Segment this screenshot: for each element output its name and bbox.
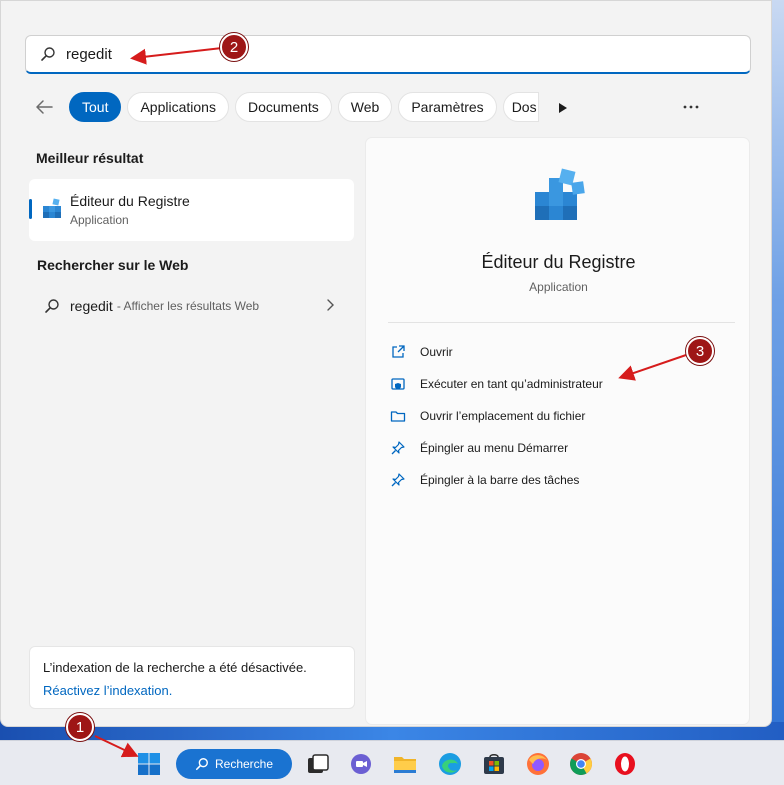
action-run-as-admin-label: Exécuter en tant qu’administrateur bbox=[420, 377, 603, 391]
detail-subtitle: Application bbox=[529, 280, 588, 294]
more-options-icon[interactable] bbox=[679, 95, 703, 119]
action-pin-to-start[interactable]: Épingler au menu Démarrer bbox=[390, 436, 568, 460]
search-input[interactable] bbox=[66, 39, 666, 69]
selection-indicator bbox=[29, 199, 32, 219]
best-match-type: Application bbox=[70, 213, 129, 227]
indexing-notice: L’indexation de la recherche a été désac… bbox=[29, 646, 355, 709]
edge-icon[interactable] bbox=[437, 751, 463, 777]
filter-chip-web[interactable]: Web bbox=[337, 92, 393, 122]
search-icon bbox=[40, 46, 56, 62]
shield-run-admin-icon bbox=[390, 376, 406, 392]
web-search-hint: - Afficher les résultats Web bbox=[116, 299, 260, 313]
filter-chip-apps[interactable]: Applications bbox=[127, 92, 229, 122]
detail-title: Éditeur du Registre bbox=[481, 252, 636, 272]
reenable-indexing-link[interactable]: Réactivez l’indexation. bbox=[43, 683, 172, 698]
detail-divider bbox=[388, 322, 735, 323]
chrome-icon[interactable] bbox=[568, 751, 594, 777]
action-open-file-location-label: Ouvrir l’emplacement du fichier bbox=[420, 409, 586, 423]
web-search-query: regedit bbox=[70, 298, 113, 314]
scroll-filters-right-icon[interactable] bbox=[557, 101, 569, 113]
web-search-result[interactable]: regedit - Afficher les résultats Web bbox=[29, 289, 354, 323]
opera-icon[interactable] bbox=[612, 751, 638, 777]
action-pin-to-taskbar-label: Épingler à la barre des tâches bbox=[420, 473, 580, 487]
taskbar-search-label: Recherche bbox=[214, 757, 274, 771]
annotation-marker-3: 3 bbox=[686, 337, 714, 365]
pin-icon bbox=[390, 472, 406, 488]
action-open-file-location[interactable]: Ouvrir l’emplacement du fichier bbox=[390, 404, 585, 428]
search-box[interactable] bbox=[25, 35, 751, 74]
pin-icon bbox=[390, 440, 406, 456]
search-icon bbox=[195, 757, 209, 771]
filter-chip-settings[interactable]: Paramètres bbox=[398, 92, 497, 122]
filter-chip-documents[interactable]: Documents bbox=[234, 92, 332, 122]
teams-chat-icon[interactable] bbox=[348, 751, 374, 777]
taskbar-search-button[interactable]: Recherche bbox=[176, 749, 292, 779]
registry-editor-large-icon bbox=[532, 168, 590, 228]
start-windows-icon[interactable] bbox=[137, 752, 161, 776]
annotation-marker-1: 1 bbox=[66, 713, 94, 741]
firefox-icon[interactable] bbox=[525, 751, 551, 777]
filter-chip-all[interactable]: Tout bbox=[69, 92, 122, 122]
taskbar: Recherche bbox=[0, 740, 784, 785]
file-explorer-icon[interactable] bbox=[392, 751, 418, 777]
action-pin-to-taskbar[interactable]: Épingler à la barre des tâches bbox=[390, 468, 579, 492]
action-pin-to-start-label: Épingler au menu Démarrer bbox=[420, 441, 569, 455]
result-detail-pane: Éditeur du Registre Application Ouvrir E… bbox=[365, 137, 750, 725]
back-arrow-icon[interactable] bbox=[31, 94, 57, 120]
action-run-as-admin[interactable]: Exécuter en tant qu’administrateur bbox=[390, 372, 603, 396]
action-open-label: Ouvrir bbox=[420, 345, 453, 359]
open-external-icon bbox=[390, 344, 406, 360]
task-view-icon[interactable] bbox=[305, 751, 331, 777]
start-search-panel: Tout Applications Documents Web Paramètr… bbox=[0, 0, 772, 727]
registry-editor-icon bbox=[41, 197, 65, 221]
action-open[interactable]: Ouvrir bbox=[390, 340, 453, 364]
store-icon[interactable] bbox=[481, 751, 507, 777]
filter-chip-folders[interactable]: Dos bbox=[502, 92, 539, 122]
best-match-name: Éditeur du Registre bbox=[70, 193, 190, 209]
chevron-right-icon[interactable] bbox=[326, 298, 334, 314]
best-match-result[interactable]: Éditeur du Registre Application bbox=[29, 179, 354, 241]
best-match-heading: Meilleur résultat bbox=[36, 150, 144, 166]
indexing-message: L’indexation de la recherche a été désac… bbox=[43, 660, 307, 675]
annotation-marker-2: 2 bbox=[220, 33, 248, 61]
wallpaper-edge-right bbox=[770, 0, 784, 740]
web-search-heading: Rechercher sur le Web bbox=[37, 257, 189, 273]
search-icon bbox=[44, 298, 60, 314]
filter-bar: Tout Applications Documents Web Paramètr… bbox=[31, 91, 721, 123]
folder-icon bbox=[390, 408, 406, 424]
